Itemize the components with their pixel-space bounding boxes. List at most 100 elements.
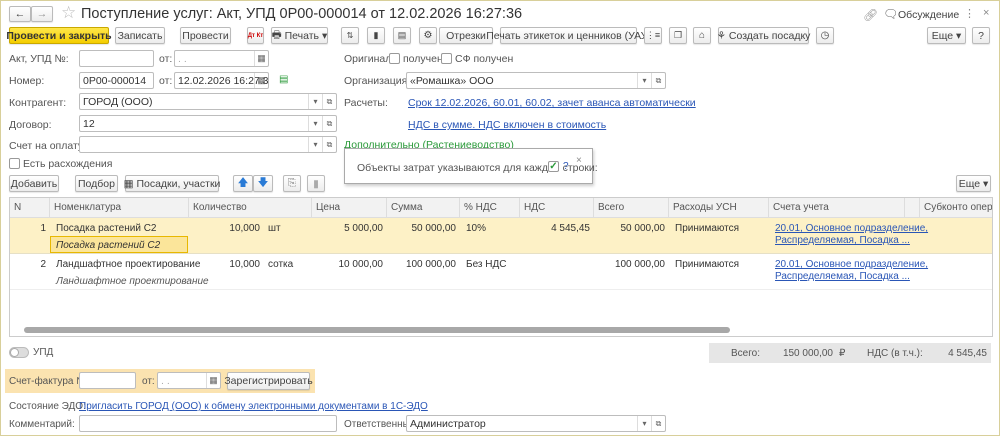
print-button[interactable]: 🖶︎ Печать ▾ — [271, 27, 328, 44]
move-down-icon[interactable]: 🡇 — [253, 175, 273, 192]
col-item[interactable]: Номенклатура — [50, 198, 189, 218]
col-subconto[interactable]: Субконто опер. сч — [920, 198, 992, 218]
horizontal-scrollbar[interactable] — [24, 327, 730, 333]
gear-icon[interactable]: ⚙ — [419, 27, 437, 44]
row-item-sub[interactable]: Ландшафтное проектирование — [52, 276, 213, 287]
hierarchy-icon[interactable]: ⋮≡ — [644, 27, 662, 44]
cuts-button[interactable]: Отрезки — [439, 27, 493, 44]
post-button[interactable]: Провести — [180, 27, 231, 44]
forward-button[interactable]: → — [31, 6, 53, 22]
paste-icon[interactable]: ▮ — [307, 175, 325, 192]
col-usn[interactable]: Расходы УСН — [669, 198, 769, 218]
table-more-button[interactable]: Еще ▾ — [956, 175, 991, 192]
col-n[interactable]: N — [10, 198, 50, 218]
calendar-icon[interactable]: ▦ — [254, 51, 268, 66]
act-date-input[interactable]: . . ▦ — [174, 50, 269, 67]
post-and-close-button[interactable]: Провести и закрыть — [6, 27, 112, 44]
copy-window-icon[interactable]: ❐ — [669, 27, 687, 44]
row-unit[interactable]: сотка — [264, 259, 297, 270]
sort-icon[interactable]: ⇅ — [341, 27, 359, 44]
responsible-input[interactable]: Администратор ▾ ⧉ — [406, 415, 666, 432]
col-qty[interactable]: Количество — [189, 198, 312, 218]
dropdown-icon[interactable]: ▾ — [637, 416, 651, 431]
row-accounts-link[interactable]: 20.01, Основное подразделение, — [771, 223, 932, 234]
star-icon[interactable]: ☆ — [61, 3, 76, 23]
row-accounts-link-2[interactable]: Распределяемая, Посадка ... — [771, 235, 914, 246]
help-button[interactable]: ? — [972, 27, 990, 44]
organization-input[interactable]: «Ромашка» ООО ▾ ⧉ — [406, 72, 666, 89]
sf-received-checkbox[interactable] — [441, 53, 452, 64]
sf-number-input[interactable] — [79, 372, 136, 389]
original-received-checkbox[interactable] — [389, 53, 400, 64]
act-number-input[interactable] — [79, 50, 154, 67]
cost-objects-checkbox[interactable]: ✓ — [548, 161, 559, 172]
copy-icon[interactable]: ⎘ — [283, 175, 301, 192]
edo-invite-link[interactable]: Пригласить ГОРОД (ООО) к обмену электрон… — [79, 401, 428, 412]
help-icon[interactable]: ? — [563, 161, 569, 172]
dt-kt-button[interactable]: Дт Кт — [247, 27, 264, 44]
contractor-input[interactable]: ГОРОД (ООО) ▾ ⧉ — [79, 93, 337, 110]
number-date-input[interactable]: 12.02.2026 16:27:36 ▦ — [174, 72, 269, 89]
row-vat[interactable]: 4 545,45 — [520, 223, 594, 234]
calendar-icon[interactable]: ▦ — [206, 373, 220, 388]
discrepancies-checkbox[interactable] — [9, 158, 20, 169]
row-qty[interactable]: 10,000 — [189, 223, 264, 234]
col-vat-rate[interactable]: % НДС — [460, 198, 520, 218]
discussion-button[interactable]: Обсуждение — [898, 9, 959, 21]
col-sum[interactable]: Сумма — [387, 198, 460, 218]
discussion-icon[interactable]: 🗨︎ — [883, 7, 898, 21]
clock-icon[interactable]: ◷ — [816, 27, 834, 44]
row-price[interactable]: 5 000,00 — [312, 223, 387, 234]
table-row[interactable]: 1 Посадка растений С2 Посадка растений С… — [10, 218, 992, 254]
document-structure-icon[interactable]: ▮ — [367, 27, 385, 44]
invoice-input[interactable]: ▾ ⧉ — [79, 136, 337, 153]
row-total[interactable]: 50 000,00 — [594, 223, 669, 234]
row-unit[interactable]: шт — [264, 223, 285, 234]
sf-date-input[interactable]: . . ▦ — [157, 372, 221, 389]
dropdown-icon[interactable]: ▾ — [308, 94, 322, 109]
pick-button[interactable]: Подбор — [75, 175, 118, 192]
table-row[interactable]: 2 Ландшафтное проектирование Ландшафтное… — [10, 254, 992, 290]
register-button[interactable]: Зарегистрировать — [224, 372, 313, 390]
row-qty[interactable]: 10,000 — [189, 259, 264, 270]
row-total[interactable]: 100 000,00 — [594, 259, 669, 270]
card-icon[interactable]: ▤ — [393, 27, 411, 44]
col-price[interactable]: Цена — [312, 198, 387, 218]
vat-link[interactable]: НДС в сумме. НДС включен в стоимость — [408, 119, 606, 131]
row-item[interactable]: Ландшафтное проектирование — [52, 259, 204, 270]
row-sum[interactable]: 100 000,00 — [387, 259, 460, 270]
row-item[interactable]: Посадка растений С2 — [52, 223, 161, 234]
row-accounts-link[interactable]: 20.01, Основное подразделение, — [771, 259, 932, 270]
open-icon[interactable]: ⧉ — [651, 73, 665, 88]
col-total[interactable]: Всего — [594, 198, 669, 218]
settlements-link[interactable]: Срок 12.02.2026, 60.01, 60.02, зачет ава… — [408, 97, 696, 109]
open-icon[interactable]: ⧉ — [322, 137, 336, 152]
open-icon[interactable]: ⧉ — [322, 94, 336, 109]
save-button[interactable]: Записать — [115, 27, 165, 44]
plantings-button[interactable]: ▦ Посадки, участки — [124, 175, 220, 192]
back-button[interactable]: ← — [9, 6, 31, 22]
row-accounts-link-2[interactable]: Распределяемая, Посадка ... — [771, 271, 914, 282]
dropdown-icon[interactable]: ▾ — [308, 137, 322, 152]
col-accounts[interactable]: Счета учета — [769, 198, 905, 218]
upd-toggle[interactable] — [9, 347, 29, 358]
calendar-icon[interactable]: ▦ — [254, 73, 268, 88]
menu-icon[interactable]: ⋮ — [964, 7, 975, 20]
create-planting-button[interactable]: ⚘ Создать посадку — [717, 27, 810, 44]
number-input[interactable]: 0Р00-000014 — [79, 72, 154, 89]
comment-input[interactable] — [79, 415, 337, 432]
link-icon[interactable]: 🔗︎ — [863, 8, 878, 22]
move-up-icon[interactable]: 🡅 — [233, 175, 253, 192]
open-icon[interactable]: ⧉ — [651, 416, 665, 431]
col-vat[interactable]: НДС — [520, 198, 594, 218]
contract-input[interactable]: 12 ▾ ⧉ — [79, 115, 337, 132]
row-usn[interactable]: Принимаются — [671, 259, 743, 270]
print-labels-button[interactable]: Печать этикеток и ценников (УАУ) — [486, 27, 651, 44]
close-icon[interactable]: × — [576, 155, 582, 166]
open-icon[interactable]: ⧉ — [322, 116, 336, 131]
row-vat-rate[interactable]: 10% — [462, 223, 490, 234]
add-button[interactable]: Добавить — [9, 175, 59, 192]
row-usn[interactable]: Принимаются — [671, 223, 743, 234]
dropdown-icon[interactable]: ▾ — [637, 73, 651, 88]
more-button[interactable]: Еще ▾ — [927, 27, 966, 44]
